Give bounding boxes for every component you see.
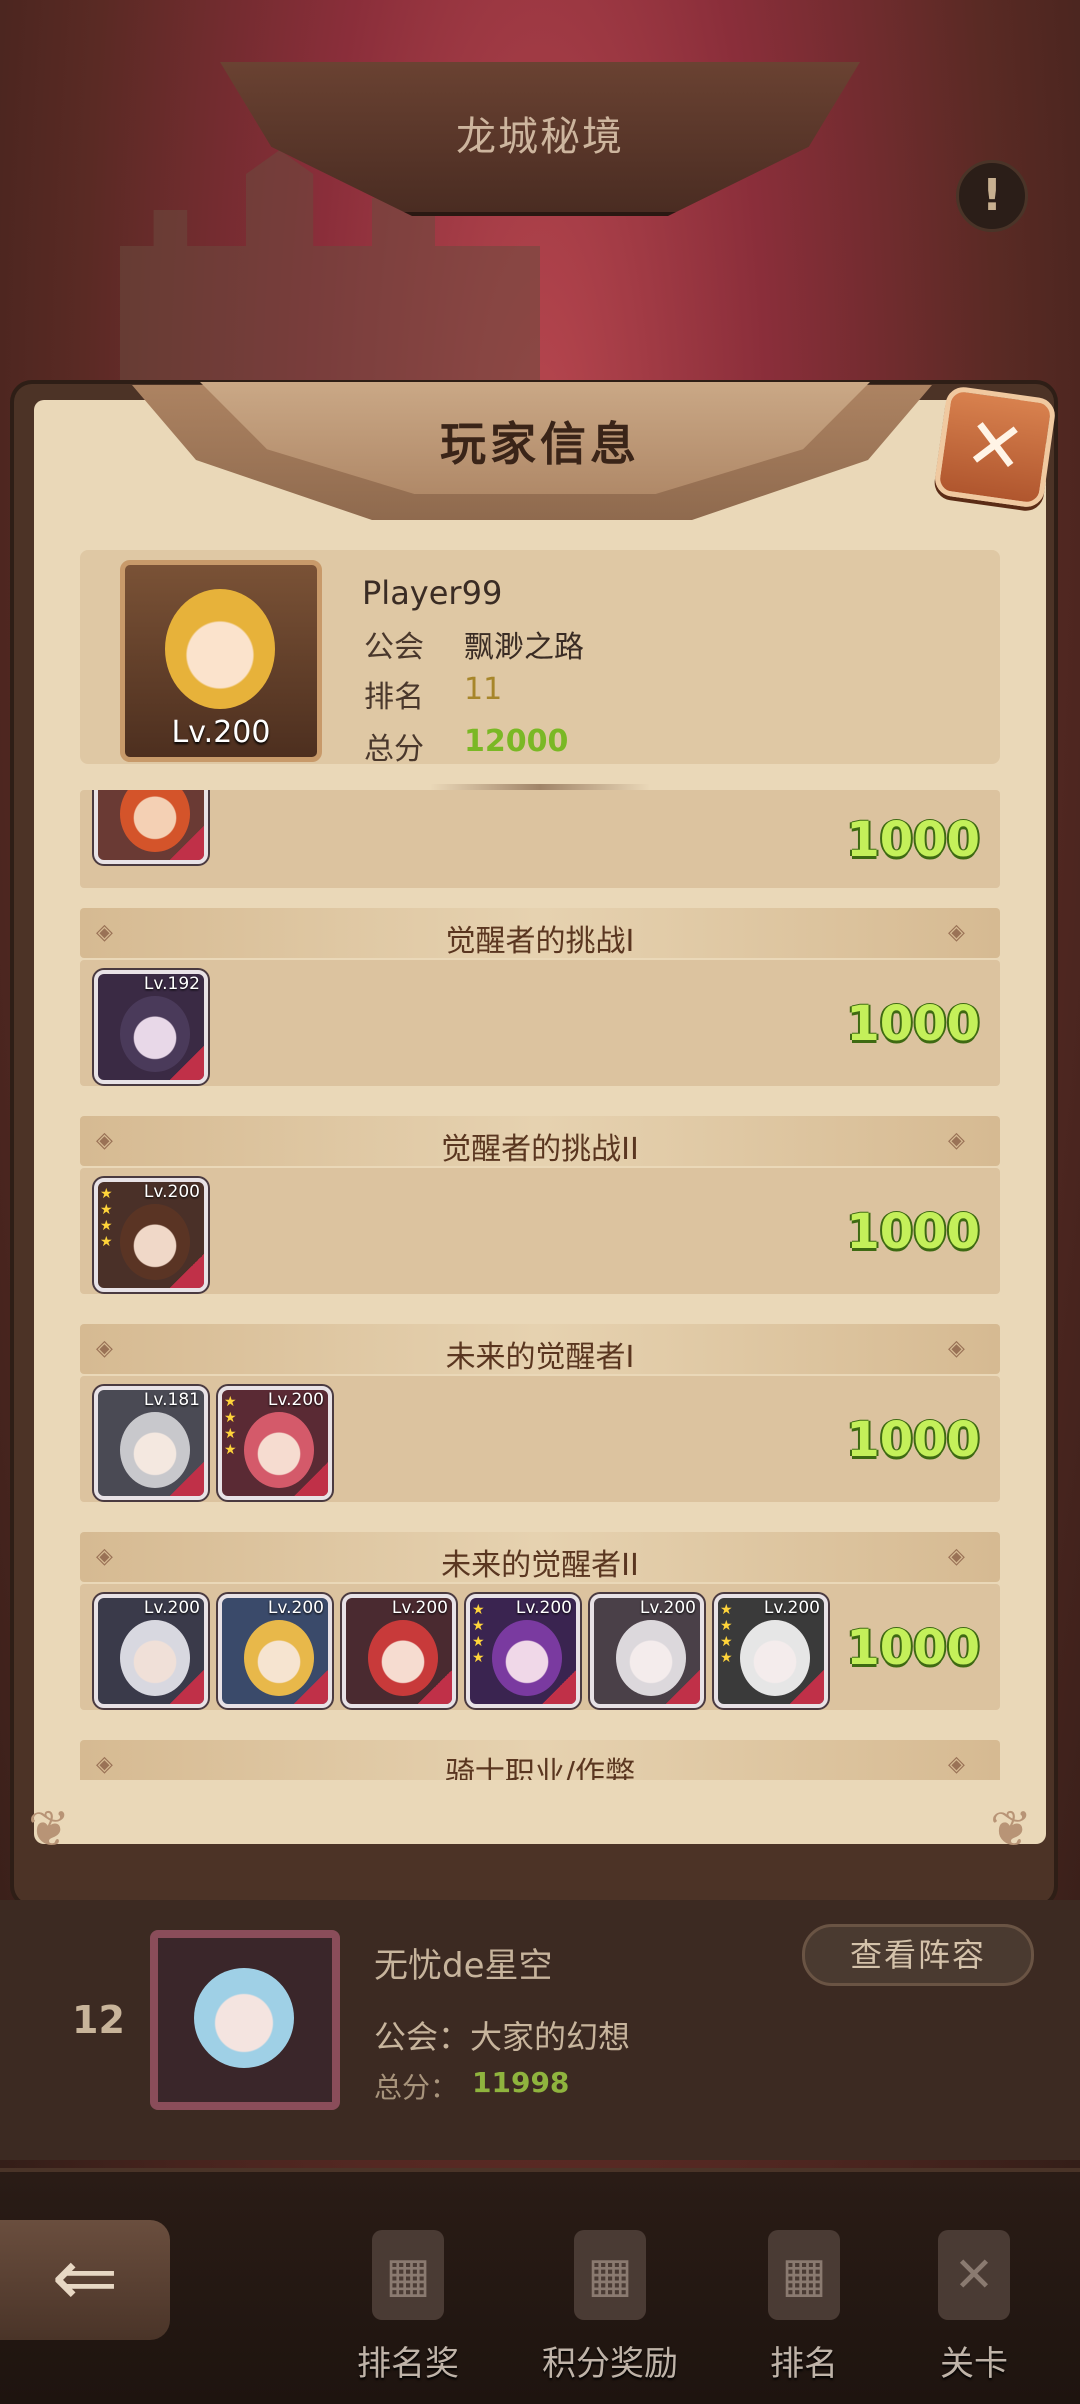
hero-ribbon — [790, 1670, 824, 1704]
rank-value: 11 — [464, 672, 503, 707]
rank-label: 排名 — [364, 680, 424, 715]
list-item: ★ ★ ★ ★ Lv.200 1000 — [80, 1168, 1000, 1294]
hero-stars-icon: ★ ★ ★ ★ — [224, 1394, 237, 1458]
nav-stage[interactable]: ✕ 关卡 — [884, 2220, 1064, 2390]
hero-level: Lv.200 — [391, 1598, 448, 1618]
hero-portrait[interactable] — [94, 790, 208, 864]
section-title: 觉醒者的挑战II — [441, 1132, 639, 1167]
hero-level: Lv.200 — [515, 1598, 572, 1618]
nav-label: 排名奖 — [357, 2344, 459, 2384]
hero-ribbon — [294, 1670, 328, 1704]
diamond-ornament-icon: ◈ — [948, 1336, 965, 1361]
hero-ribbon — [170, 826, 204, 860]
hero-portrait[interactable]: ★ ★ ★ ★ Lv.200 — [94, 1178, 208, 1292]
hero-level: Lv.200 — [267, 1390, 324, 1410]
hero-ribbon — [666, 1670, 700, 1704]
diamond-ornament-icon: ◈ — [948, 1752, 965, 1777]
diamond-ornament-icon: ◈ — [948, 1128, 965, 1153]
page-title: 龙城秘境 — [456, 114, 624, 160]
rank-score-value: 11998 — [472, 2066, 570, 2099]
stage-score: 1000 — [846, 1412, 980, 1468]
diamond-ornament-icon: ◈ — [948, 920, 965, 945]
hero-portrait[interactable]: Lv.181 — [94, 1386, 208, 1500]
nav-points-reward[interactable]: ▦ 积分奖励 — [520, 2220, 700, 2390]
hero-level: Lv.200 — [763, 1598, 820, 1618]
section-title: 未来的觉醒者II — [441, 1548, 639, 1583]
section-header: ◈ 觉醒者的挑战II ◈ — [80, 1116, 1000, 1167]
modal-title: 玩家信息 — [440, 417, 640, 471]
player-level: Lv.200 — [171, 715, 271, 750]
section-header: ◈ 骑士职业/作弊 ◈ — [80, 1740, 1000, 1780]
hero-portrait[interactable]: Lv.200 — [94, 1594, 208, 1708]
hero-portrait[interactable]: ★ ★ ★ ★ Lv.200 — [466, 1594, 580, 1708]
nav-ranking[interactable]: ▦ 排名 — [714, 2220, 894, 2390]
hero-ribbon — [170, 1670, 204, 1704]
hero-portrait[interactable]: Lv.200 — [590, 1594, 704, 1708]
avatar-portrait — [194, 1968, 294, 2068]
hero-level: Lv.200 — [143, 1598, 200, 1618]
back-arrow-icon[interactable]: ⇐ — [0, 2220, 170, 2340]
hero-level: Lv.181 — [143, 1390, 200, 1410]
stage-score: 1000 — [846, 1620, 980, 1676]
nav-label: 积分奖励 — [542, 2344, 678, 2384]
list-item: Lv.181 ★ ★ ★ ★ Lv.200 1000 — [80, 1376, 1000, 1502]
hero-stars-icon: ★ ★ ★ ★ — [472, 1602, 485, 1666]
hero-portrait[interactable]: Lv.200 — [342, 1594, 456, 1708]
corner-ornament-icon: ❦ — [28, 1800, 70, 1858]
list-item: 1000 — [80, 790, 1000, 888]
stage-score: 1000 — [846, 1204, 980, 1260]
nav-label: 关卡 — [940, 2344, 1008, 2384]
guild-value: 飘渺之路 — [464, 630, 584, 665]
alert-icon[interactable]: ! — [956, 160, 1028, 232]
hero-level: Lv.200 — [143, 1182, 200, 1202]
section-title: 未来的觉醒者I — [445, 1340, 635, 1375]
list-item: Lv.200 Lv.200 Lv.200 ★ ★ ★ ★ Lv.200 Lv.200 … — [80, 1584, 1000, 1710]
hero-level: Lv.200 — [267, 1598, 324, 1618]
rank-score-label: 总分： — [374, 2071, 459, 2104]
hero-stars-icon: ★ ★ ★ ★ — [100, 1186, 113, 1250]
corner-ornament-icon: ❦ — [990, 1800, 1032, 1858]
close-button[interactable]: ✕ — [932, 384, 1058, 510]
player-avatar[interactable]: Lv.200 — [120, 560, 322, 762]
hero-level: Lv.200 — [639, 1598, 696, 1618]
score-label: 总分 — [364, 732, 424, 767]
hero-ribbon — [170, 1462, 204, 1496]
rank-avatar[interactable] — [150, 1930, 340, 2110]
hero-ribbon — [542, 1670, 576, 1704]
section-title: 骑士职业/作弊 — [444, 1756, 636, 1780]
stage-icon: ✕ — [938, 2230, 1010, 2320]
section-header: ◈ 未来的觉醒者II ◈ — [80, 1532, 1000, 1583]
stage-score: 1000 — [846, 996, 980, 1052]
stage-score-list[interactable]: 1000 ◈ 觉醒者的挑战I ◈ Lv.192 1000 ◈ 觉醒者的挑战II … — [80, 790, 1000, 1780]
hero-ribbon — [170, 1254, 204, 1288]
nav-rank-reward[interactable]: ▦ 排名奖 — [318, 2220, 498, 2390]
hero-ribbon — [170, 1046, 204, 1080]
view-lineup-button[interactable]: 查看阵容 — [802, 1924, 1034, 1986]
hero-portrait[interactable]: Lv.192 — [94, 970, 208, 1084]
score-value: 12000 — [464, 724, 569, 759]
rank-guild: 公会：大家的幻想 — [374, 2018, 631, 2056]
player-name: Player99 — [362, 574, 503, 612]
hero-portrait[interactable]: Lv.200 — [218, 1594, 332, 1708]
avatar-portrait — [165, 589, 275, 709]
section-title: 觉醒者的挑战I — [445, 924, 635, 959]
rank-icon: ▦ — [768, 2230, 840, 2320]
hero-stars-icon: ★ ★ ★ ★ — [720, 1602, 733, 1666]
section-header: ◈ 觉醒者的挑战I ◈ — [80, 908, 1000, 959]
hero-portrait[interactable]: ★ ★ ★ ★ Lv.200 — [218, 1386, 332, 1500]
trophy-icon: ▦ — [372, 2230, 444, 2320]
hero-portrait[interactable]: ★ ★ ★ ★ Lv.200 — [714, 1594, 828, 1708]
hero-ribbon — [418, 1670, 452, 1704]
rank-player-name: 无忧de星空 — [374, 1946, 553, 1986]
hero-ribbon — [294, 1462, 328, 1496]
list-item: Lv.192 1000 — [80, 960, 1000, 1086]
scroll-icon: ▦ — [574, 2230, 646, 2320]
stage-score: 1000 — [846, 812, 980, 868]
guild-label: 公会 — [364, 630, 424, 665]
diamond-ornament-icon: ◈ — [948, 1544, 965, 1569]
nav-label: 排名 — [770, 2344, 838, 2384]
rank-number: 12 — [72, 1998, 125, 2042]
hero-level: Lv.192 — [143, 974, 200, 994]
section-header: ◈ 未来的觉醒者I ◈ — [80, 1324, 1000, 1375]
